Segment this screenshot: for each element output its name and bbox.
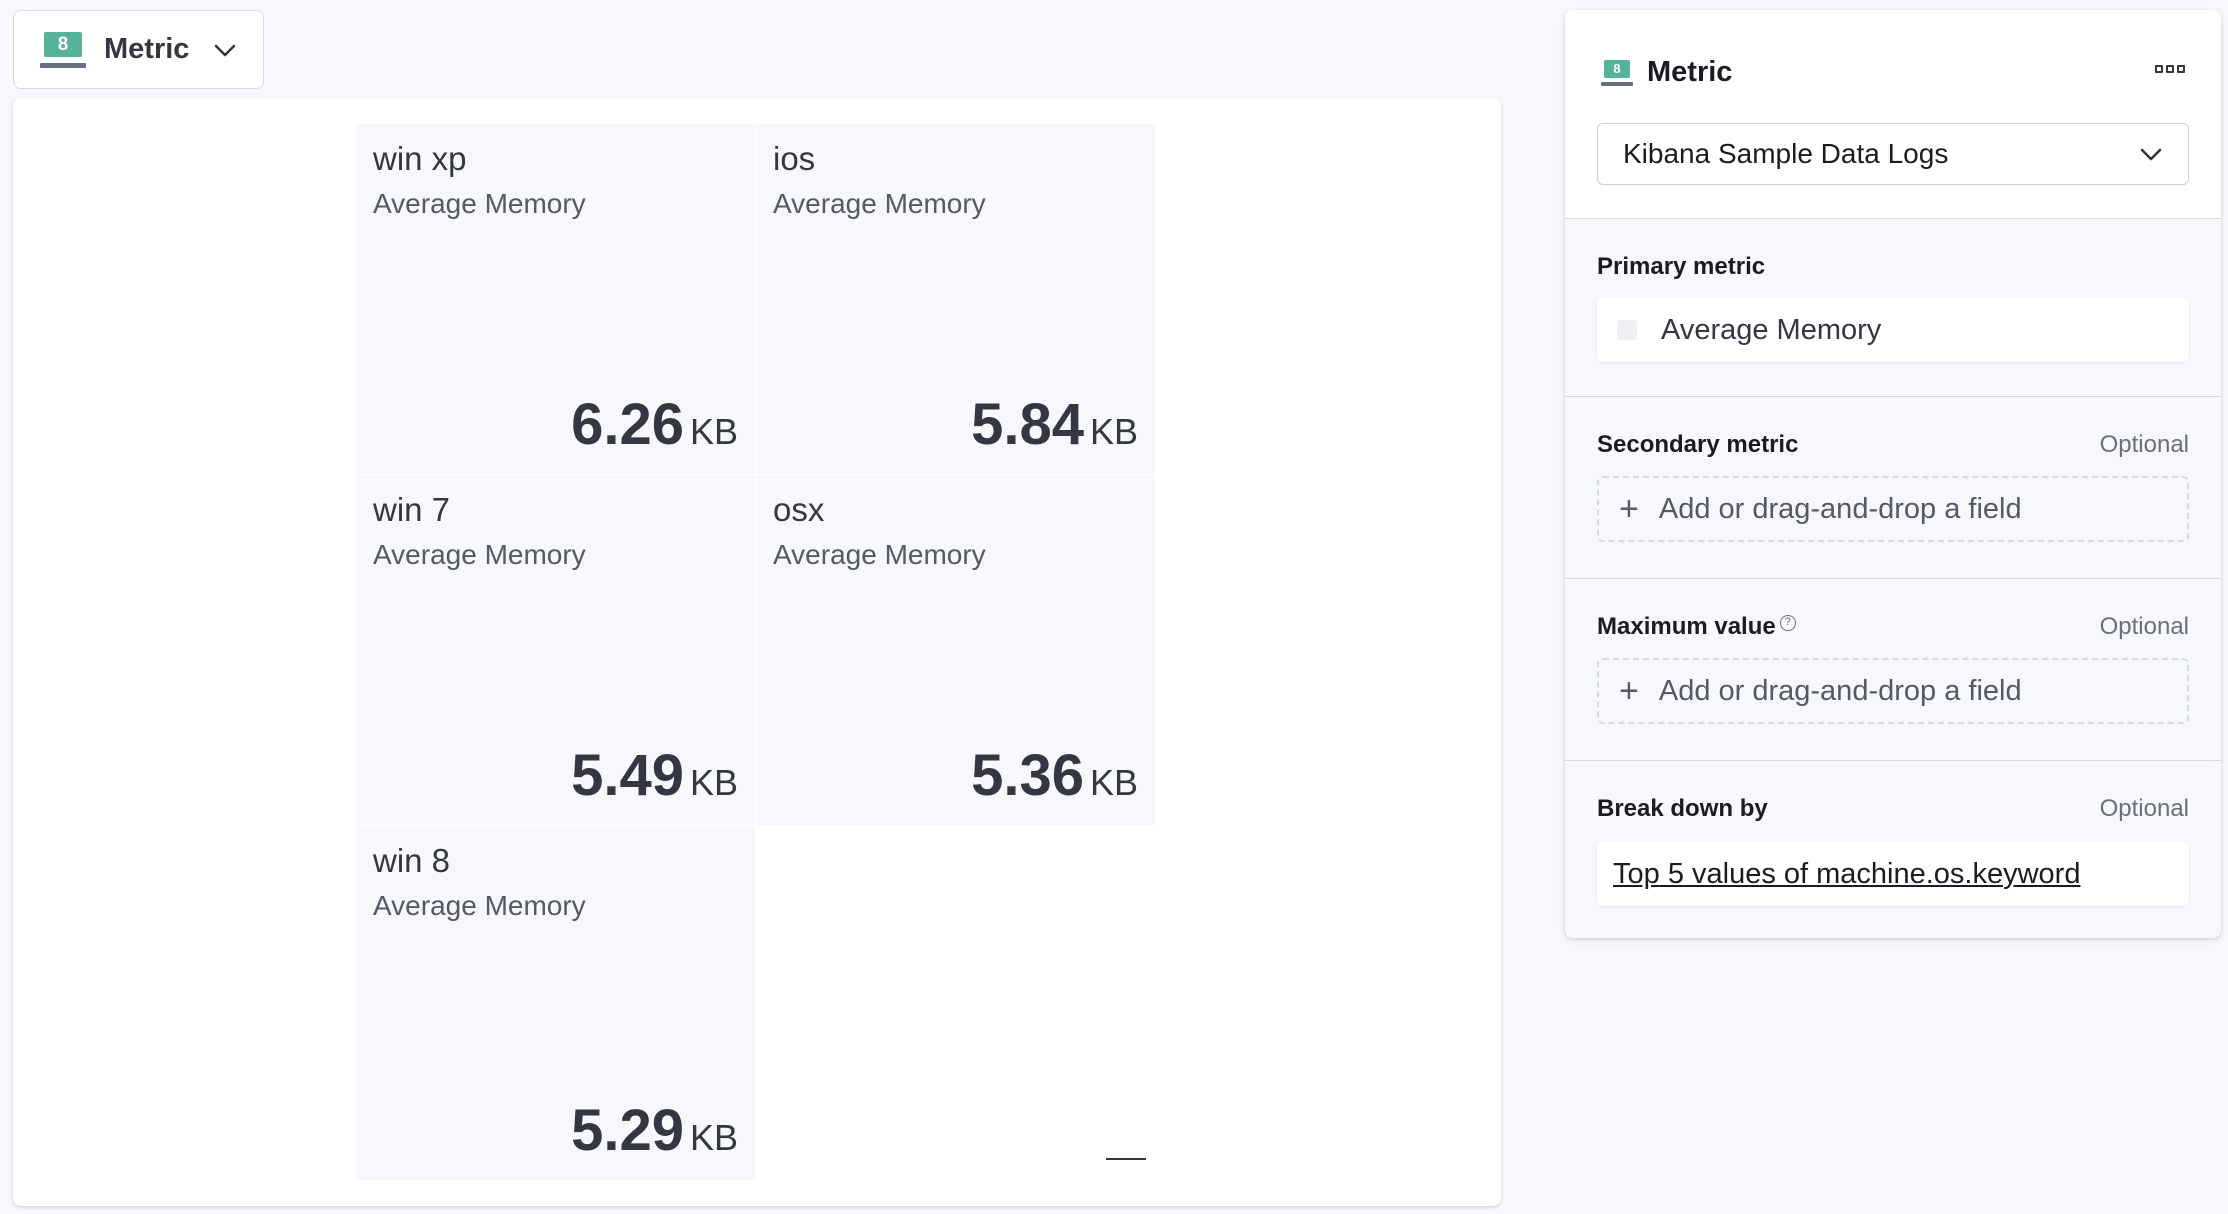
tile-value: 5.36 KB	[971, 743, 1138, 808]
optional-label: Optional	[2099, 431, 2189, 458]
maximum-value-dropzone[interactable]: + Add or drag-and-drop a field	[1597, 658, 2189, 724]
tile-subtitle: Average Memory	[373, 188, 586, 219]
chart-type-label: Metric	[104, 33, 190, 65]
chevron-down-icon	[215, 44, 236, 56]
tile-title: win 8	[373, 842, 451, 879]
layer-actions-icon[interactable]	[2155, 65, 2185, 73]
data-view-select[interactable]: Kibana Sample Data Logs	[1597, 123, 2189, 185]
tile-value: 6.26 KB	[571, 392, 738, 457]
tile-subtitle: Average Memory	[773, 188, 986, 219]
optional-label: Optional	[2099, 613, 2189, 640]
metric-tile[interactable]: win 8 Average Memory 5.29 KB	[356, 826, 755, 1180]
tile-value: 5.29 KB	[571, 1098, 738, 1163]
primary-metric-field[interactable]: Average Memory	[1597, 298, 2189, 362]
primary-metric-label: Primary metric	[1597, 253, 1766, 280]
metric-tile[interactable]: win xp Average Memory 6.26 KB	[356, 124, 755, 474]
maximum-value-label: Maximum value?	[1597, 613, 1796, 641]
plus-icon: +	[1619, 490, 1639, 528]
chevron-down-icon	[2140, 148, 2162, 161]
metric-tile[interactable]: osx Average Memory 5.36 KB	[756, 475, 1155, 825]
metric-tile[interactable]: ios Average Memory 5.84 KB	[756, 124, 1155, 474]
layer-header: 8 Metric	[1601, 56, 1732, 89]
tile-subtitle: Average Memory	[373, 539, 586, 570]
plus-icon: +	[1619, 672, 1639, 710]
color-swatch	[1617, 320, 1637, 340]
tile-value: 5.84 KB	[971, 392, 1138, 457]
tile-value: 5.49 KB	[571, 743, 738, 808]
layer-title: Metric	[1647, 56, 1733, 88]
tile-title: osx	[773, 491, 825, 528]
break-down-by-link[interactable]: Top 5 values of machine.os.keyword	[1613, 858, 2080, 891]
break-down-by-label: Break down by	[1597, 795, 1768, 822]
data-view-value: Kibana Sample Data Logs	[1623, 138, 1949, 169]
metric-visualization-panel: win xp Average Memory 6.26 KB ios Average…	[13, 98, 1501, 1206]
empty-tile-dash	[1106, 1158, 1146, 1160]
metric-tile[interactable]: win 7 Average Memory 5.49 KB	[356, 475, 755, 825]
break-down-by-field[interactable]: Top 5 values of machine.os.keyword	[1597, 842, 2189, 906]
tile-title: win 7	[373, 491, 451, 528]
metric-chart-icon: 8	[40, 31, 86, 68]
primary-metric-value: Average Memory	[1661, 313, 1882, 346]
secondary-metric-dropzone[interactable]: + Add or drag-and-drop a field	[1597, 476, 2189, 542]
metric-chart-icon: 8	[1601, 59, 1633, 86]
metric-grid: win xp Average Memory 6.26 KB ios Average…	[356, 124, 1156, 1180]
tile-subtitle: Average Memory	[373, 890, 586, 921]
layer-config-panel: 8 Metric Kibana Sample Data Logs Primary…	[1565, 10, 2221, 938]
chart-type-switcher[interactable]: 8 Metric	[13, 10, 264, 89]
tile-title: ios	[773, 140, 816, 177]
optional-label: Optional	[2099, 795, 2189, 822]
tile-subtitle: Average Memory	[773, 539, 986, 570]
secondary-metric-label: Secondary metric	[1597, 431, 1799, 458]
question-icon[interactable]: ?	[1779, 615, 1796, 631]
tile-title: win xp	[373, 140, 467, 177]
